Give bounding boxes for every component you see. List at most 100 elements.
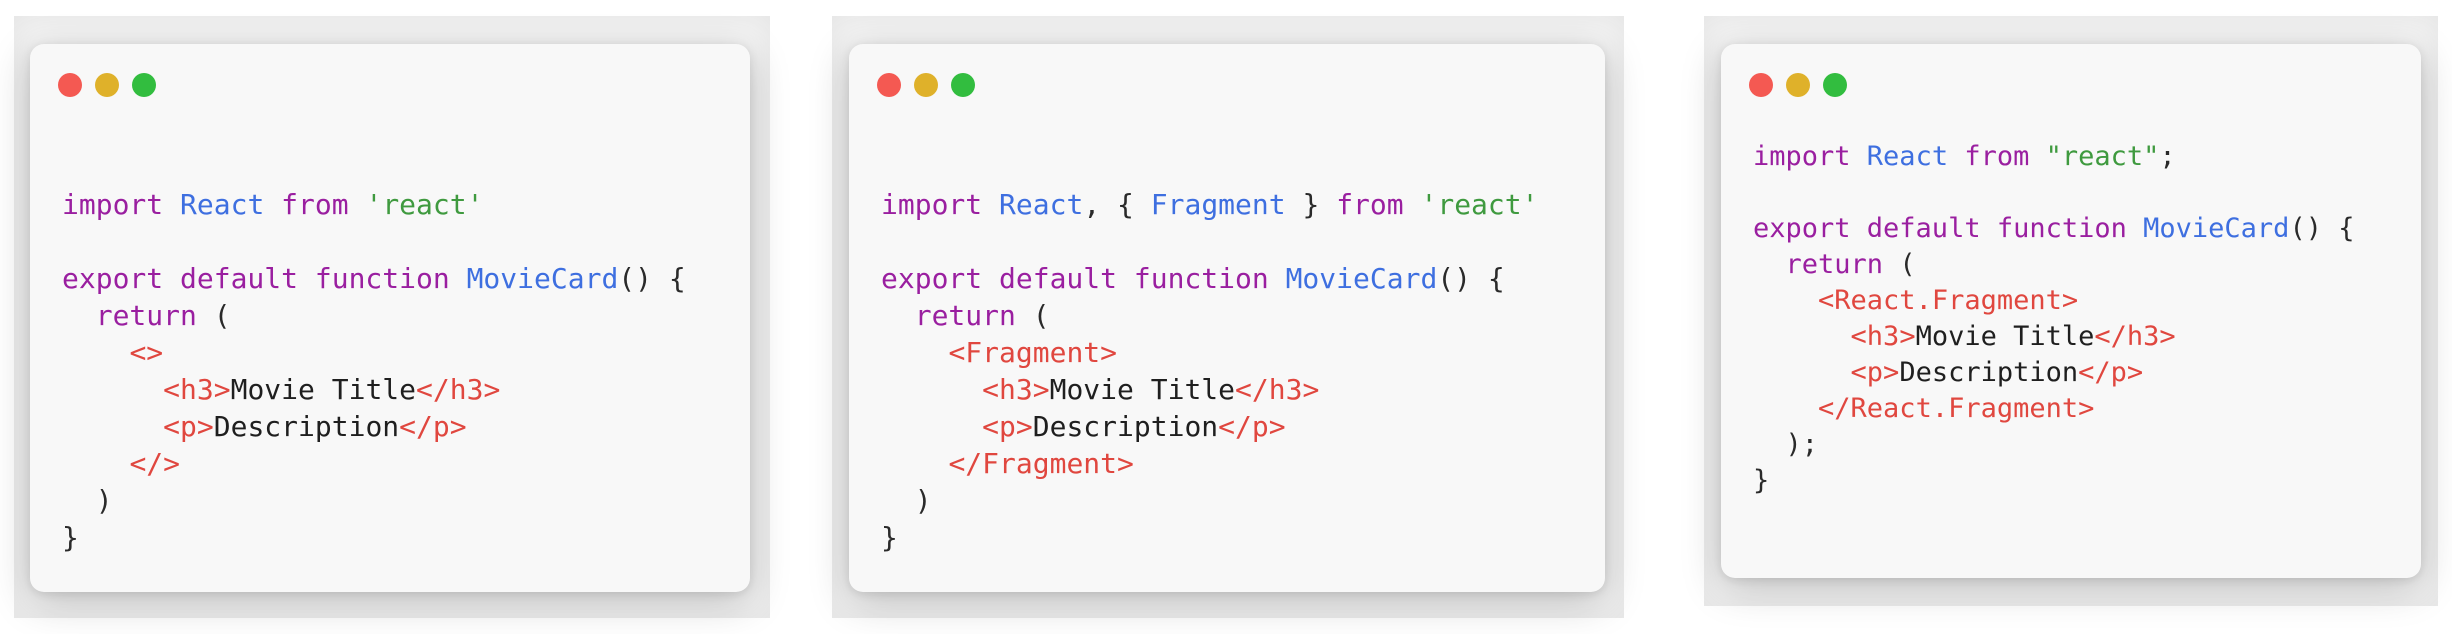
code-token: ) (881, 484, 932, 517)
code-line: <Fragment> (881, 334, 1539, 371)
code-line: <h3>Movie Title</h3> (881, 371, 1539, 408)
code-line: </React.Fragment> (1753, 391, 2354, 427)
code-token: <p> (982, 410, 1033, 443)
minimize-dot-icon[interactable] (95, 73, 119, 97)
code-token: } (1285, 188, 1337, 221)
code-line: return ( (62, 297, 686, 334)
code-block: import React from "react"; export default… (1753, 139, 2354, 499)
code-token: MovieCard (466, 262, 619, 295)
code-token: <p> (163, 410, 214, 443)
code-token: <React.Fragment> (1818, 285, 2079, 316)
code-token: React (180, 188, 282, 221)
code-token: , { (1083, 188, 1151, 221)
code-token: Movie Title (230, 373, 417, 406)
close-dot-icon[interactable] (58, 73, 82, 97)
code-token: import (881, 188, 1000, 221)
code-token: ); (1753, 429, 1819, 460)
code-token: } (62, 521, 79, 554)
code-token: Fragment (1150, 188, 1286, 221)
code-line: <h3>Movie Title</h3> (1753, 319, 2354, 355)
code-token: </p> (399, 410, 467, 443)
code-token: from (1336, 188, 1421, 221)
code-token: "react" (2045, 141, 2160, 172)
code-token: MovieCard (2143, 213, 2290, 244)
maximize-dot-icon[interactable] (951, 73, 975, 97)
code-line: export default function MovieCard() { (1753, 211, 2354, 247)
code-window-3: import React from "react"; export default… (1721, 44, 2421, 578)
code-token: () { (618, 262, 686, 295)
code-token: </> (129, 447, 181, 480)
code-token: </h3> (1235, 373, 1320, 406)
code-token: ( (1032, 299, 1050, 332)
code-line: } (1753, 463, 2354, 499)
code-line: <h3>Movie Title</h3> (62, 371, 686, 408)
window-controls (877, 73, 975, 97)
maximize-dot-icon[interactable] (132, 73, 156, 97)
code-line: import React, { Fragment } from 'react' (881, 186, 1539, 223)
code-line: export default function MovieCard() { (881, 260, 1539, 297)
code-window-2: import React, { Fragment } from 'react' e… (849, 44, 1605, 592)
code-token: <h3> (163, 373, 231, 406)
code-line: } (881, 519, 1539, 556)
code-token: </React.Fragment> (1818, 393, 2095, 424)
maximize-dot-icon[interactable] (1823, 73, 1847, 97)
code-token: } (881, 521, 898, 554)
code-token: () { (2289, 213, 2355, 244)
code-line: <p>Description</p> (62, 408, 686, 445)
code-token: export default function (62, 262, 467, 295)
code-line: <p>Description</p> (1753, 355, 2354, 391)
code-token: Movie Title (1915, 321, 2095, 352)
code-token: 'react' (365, 188, 484, 221)
code-token: </p> (2078, 357, 2144, 388)
code-token: <Fragment> (948, 336, 1118, 369)
code-line: ) (881, 482, 1539, 519)
code-token: React (1866, 141, 1965, 172)
minimize-dot-icon[interactable] (1786, 73, 1810, 97)
close-dot-icon[interactable] (1749, 73, 1773, 97)
code-token: return (95, 299, 214, 332)
code-token: from (1964, 141, 2046, 172)
code-token: ) (62, 484, 113, 517)
code-token: </Fragment> (948, 447, 1134, 480)
code-token: Movie Title (1049, 373, 1236, 406)
code-line: </> (62, 445, 686, 482)
code-token: export default function (881, 262, 1286, 295)
code-token: </h3> (2094, 321, 2176, 352)
code-line: <> (62, 334, 686, 371)
code-token: ; (2159, 141, 2176, 172)
code-token: <p> (1850, 357, 1900, 388)
code-token: MovieCard (1285, 262, 1438, 295)
code-line: return ( (881, 297, 1539, 334)
code-token: export default function (1753, 213, 2144, 244)
code-token: React (999, 188, 1084, 221)
code-token: <> (129, 336, 164, 369)
close-dot-icon[interactable] (877, 73, 901, 97)
window-controls (1749, 73, 1847, 97)
code-token: return (1785, 249, 1900, 280)
code-token: ( (1899, 249, 1916, 280)
code-line: ); (1753, 427, 2354, 463)
code-token: 'react' (1420, 188, 1539, 221)
minimize-dot-icon[interactable] (914, 73, 938, 97)
code-block: import React, { Fragment } from 'react' e… (881, 186, 1539, 556)
code-token: </p> (1218, 410, 1286, 443)
code-window-1: import React from 'react' export default … (30, 44, 750, 592)
code-token: from (281, 188, 366, 221)
code-line: ) (62, 482, 686, 519)
code-token: return (914, 299, 1033, 332)
code-token: import (62, 188, 181, 221)
